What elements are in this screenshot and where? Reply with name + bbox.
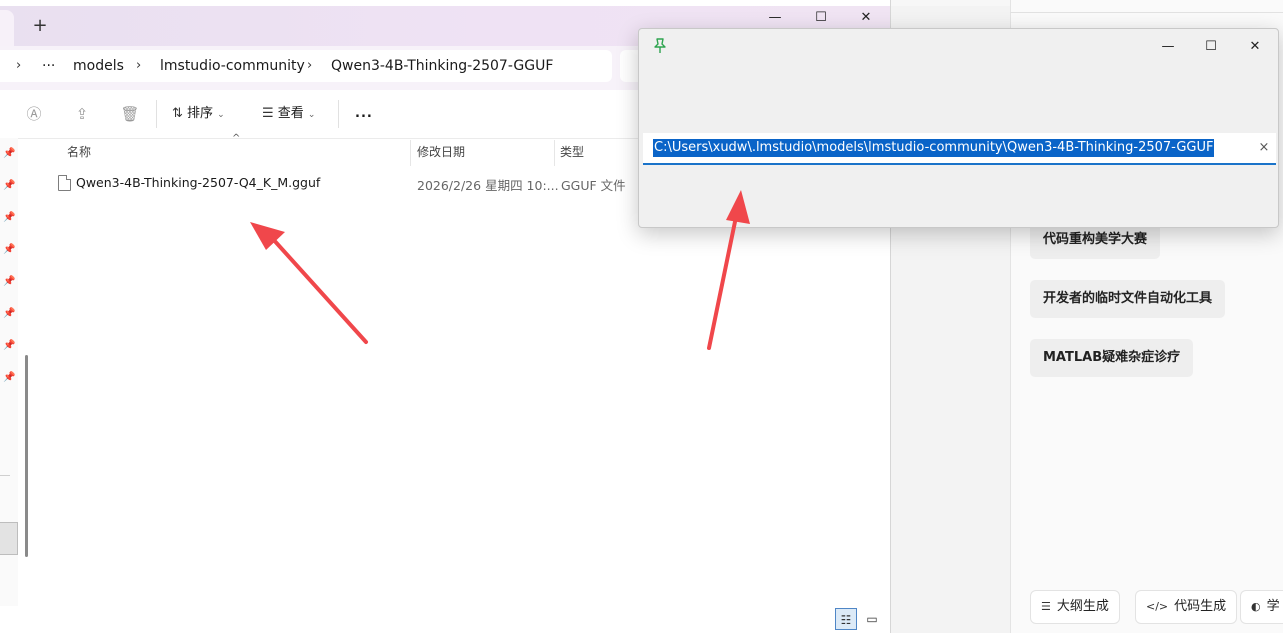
pin-icon[interactable]: 📌 [3, 148, 15, 160]
code-icon: </> [1146, 600, 1169, 613]
explorer-tab[interactable] [0, 10, 14, 46]
code-tool-button[interactable]: </> 代码生成 [1135, 590, 1238, 624]
list-icon: ☰ [1041, 600, 1051, 613]
column-divider[interactable] [554, 140, 555, 166]
more-icon[interactable]: ··· [42, 58, 55, 74]
pin-icon-svg [654, 38, 666, 53]
chevron-down-icon: ⌄ [307, 110, 316, 120]
pin-icon[interactable]: 📌 [3, 244, 15, 256]
background-app-divider [1010, 12, 1283, 13]
pin-icon[interactable]: 📌 [3, 340, 15, 352]
chevron-right-icon[interactable]: › [307, 58, 312, 73]
nav-scrollbar-thumb[interactable] [25, 355, 28, 557]
file-date: 2026/2/26 星期四 10:... [417, 178, 559, 193]
outline-tool-button[interactable]: ☰ 大纲生成 [1030, 590, 1120, 624]
prompt-chip-label: MATLAB疑难杂症诊疗 [1043, 350, 1181, 365]
sort-button[interactable]: ⇅ 排序 ⌄ [172, 104, 225, 124]
path-text-selected[interactable]: C:\Users\xudw\.lmstudio\models\lmstudio-… [653, 139, 1215, 157]
prompt-chip-label: 代码重构美学大赛 [1043, 232, 1148, 247]
chevron-right-icon[interactable]: › [16, 58, 21, 73]
breadcrumb-item[interactable]: models [73, 58, 124, 74]
share-icon[interactable]: ⇪ [72, 104, 92, 124]
tool-label: 大纲生成 [1056, 599, 1109, 614]
column-divider[interactable] [410, 140, 411, 166]
pin-icon[interactable]: 📌 [3, 308, 15, 320]
graduation-icon: ◐ [1251, 600, 1261, 613]
column-header-date[interactable]: 修改日期 [417, 142, 465, 162]
file-name[interactable]: Qwen3-4B-Thinking-2507-Q4_K_M.gguf [76, 175, 320, 190]
sort-ascending-icon: ^ [232, 133, 241, 144]
new-tab-button[interactable]: + [30, 14, 50, 38]
nav-selected-item[interactable] [0, 522, 18, 555]
breadcrumb-item[interactable]: Qwen3-4B-Thinking-2507-GGUF [331, 58, 553, 74]
toolbar-divider [338, 100, 339, 128]
prompt-chip[interactable]: MATLAB疑难杂症诊疗 [1030, 339, 1194, 377]
view-list-icon: ☰ [262, 106, 274, 121]
clear-icon[interactable]: × [1256, 139, 1272, 157]
pin-icon[interactable]: 📌 [3, 212, 15, 224]
pin-icon[interactable]: 📌 [3, 180, 15, 192]
search-input[interactable] [620, 50, 640, 82]
toolbar-divider [156, 100, 157, 128]
sort-icon: ⇅ [172, 106, 183, 121]
rename-icon[interactable]: Ⓐ [24, 104, 44, 124]
minimize-button[interactable]: — [755, 6, 795, 30]
tool-label: 学 [1266, 599, 1280, 614]
popup-minimize-button[interactable]: — [1145, 34, 1191, 60]
view-label: 查看 [277, 106, 304, 121]
chevron-right-icon[interactable]: › [136, 58, 141, 73]
popup-maximize-button[interactable]: ☐ [1188, 34, 1234, 60]
file-type: GGUF 文件 [561, 178, 626, 193]
tool-label: 代码生成 [1174, 599, 1227, 614]
prompt-chip[interactable]: 开发者的临时文件自动化工具 [1030, 280, 1226, 318]
sort-label: 排序 [187, 106, 214, 121]
maximize-button[interactable]: ☐ [801, 6, 841, 30]
status-bar [0, 606, 890, 633]
chevron-down-icon: ⌄ [217, 110, 225, 120]
column-header-type[interactable]: 类型 [560, 142, 584, 162]
view-button[interactable]: ☰ 查看 ⌄ [262, 104, 315, 124]
study-tool-button[interactable]: ◐ 学 [1240, 590, 1283, 624]
close-button[interactable]: ✕ [846, 6, 886, 30]
popup-close-button[interactable]: ✕ [1232, 34, 1278, 60]
prompt-chip-label: 开发者的临时文件自动化工具 [1043, 291, 1213, 306]
details-view-button[interactable]: ☷ [835, 608, 857, 630]
file-icon [58, 175, 71, 191]
pin-icon[interactable] [652, 38, 668, 56]
pin-icon[interactable]: 📌 [3, 372, 15, 384]
pin-icon[interactable]: 📌 [3, 276, 15, 288]
nav-divider [0, 475, 10, 476]
tiles-view-button[interactable]: ▭ [861, 608, 883, 630]
breadcrumb-item[interactable]: lmstudio-community [160, 58, 305, 74]
column-header-name[interactable]: 名称 [67, 142, 91, 162]
more-options-button[interactable]: ... [355, 104, 373, 124]
delete-icon[interactable]: 🗑 [120, 104, 140, 124]
